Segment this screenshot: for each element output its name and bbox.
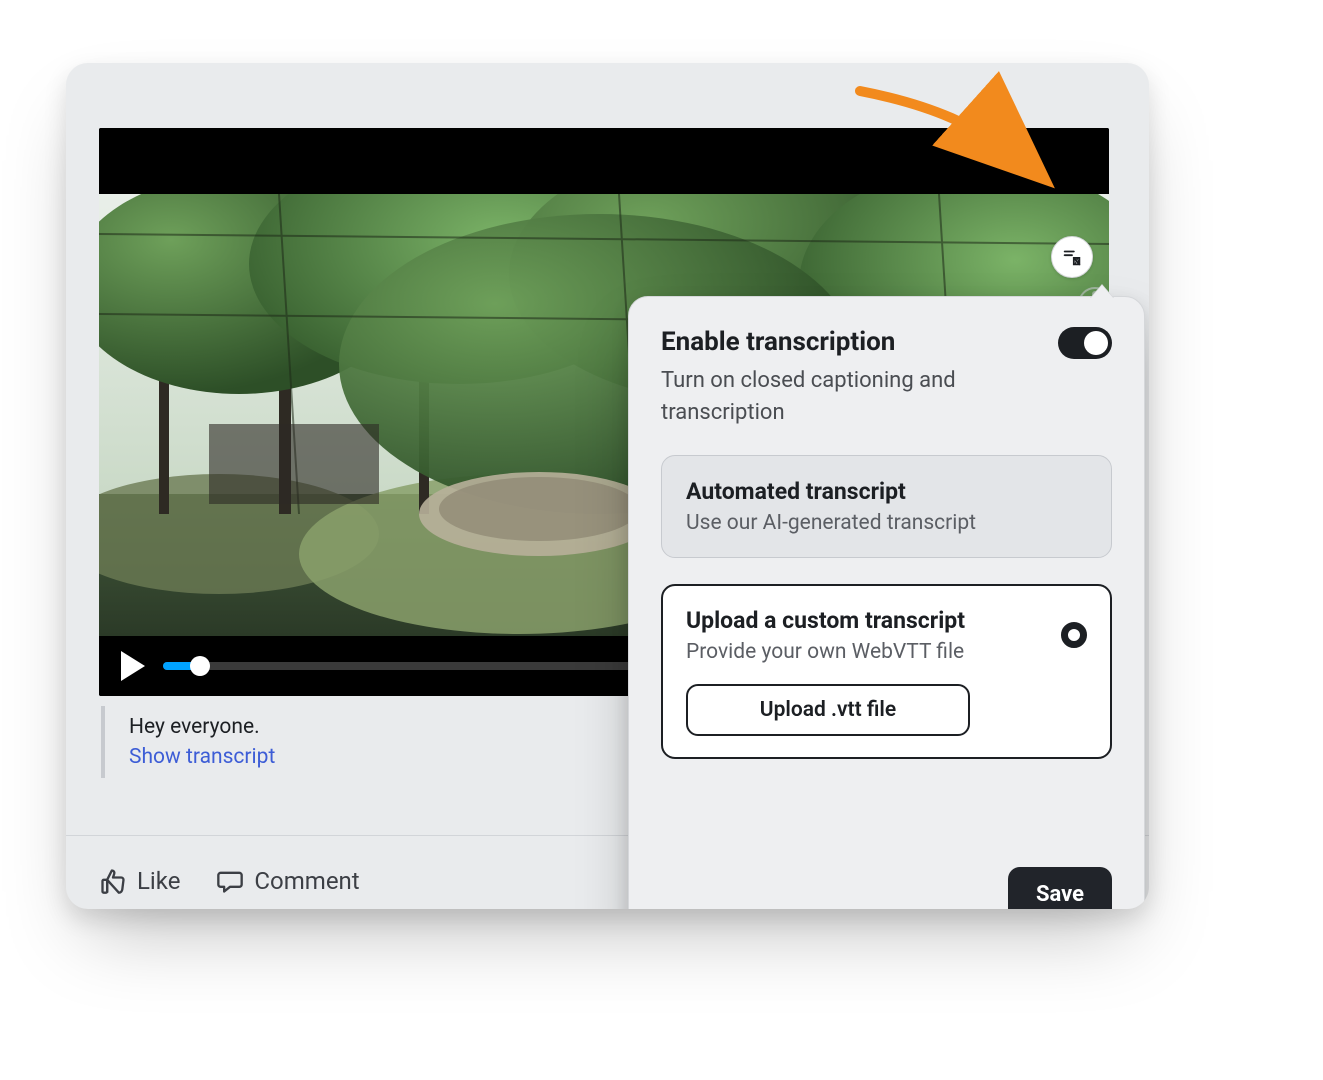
popover-title: Enable transcription: [661, 327, 1021, 357]
thumbs-up-icon: [99, 867, 127, 895]
post-card: A Hey everyone. Show transcript Like: [66, 63, 1149, 909]
option-automated-title: Automated transcript: [686, 478, 1087, 505]
like-label: Like: [137, 867, 180, 895]
progress-knob[interactable]: [190, 656, 210, 676]
toggle-knob: [1084, 331, 1108, 355]
video-letterbox-top: [99, 128, 1109, 194]
option-upload-subtitle: Provide your own WebVTT file: [686, 640, 1043, 664]
transcription-toggle[interactable]: [1058, 327, 1112, 359]
comment-icon: [216, 867, 244, 895]
option-automated-subtitle: Use our AI-generated transcript: [686, 511, 1087, 535]
popover-subtitle: Turn on closed captioning and transcript…: [661, 365, 1021, 429]
popover-caret: [1090, 285, 1114, 299]
transcription-popover: Enable transcription Turn on closed capt…: [628, 296, 1145, 909]
option-automated-transcript[interactable]: Automated transcript Use our AI-generate…: [661, 455, 1112, 558]
like-button[interactable]: Like: [99, 867, 180, 895]
comment-button[interactable]: Comment: [216, 867, 359, 895]
transcript-toggle-button[interactable]: A: [1051, 236, 1093, 278]
radio-selected-icon: [1061, 622, 1087, 648]
play-button[interactable]: [121, 651, 145, 681]
transcript-icon: A: [1061, 246, 1083, 268]
option-upload-title: Upload a custom transcript: [686, 607, 1043, 634]
upload-vtt-button[interactable]: Upload .vtt file: [686, 684, 970, 736]
comment-label: Comment: [254, 867, 359, 895]
svg-text:A: A: [1075, 256, 1080, 265]
option-upload-transcript[interactable]: Upload a custom transcript Provide your …: [661, 584, 1112, 759]
save-button[interactable]: Save: [1008, 867, 1112, 909]
